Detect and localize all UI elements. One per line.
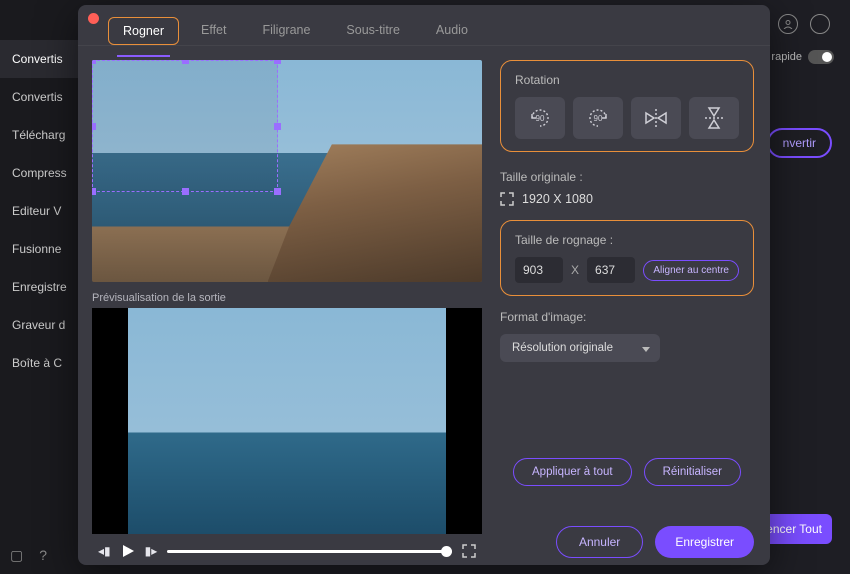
right-column: Rotation 90 90	[500, 60, 754, 558]
crop-handle[interactable]	[92, 188, 96, 195]
modal-body: Prévisualisation de la sortie ◂▮ ▮▸	[78, 46, 770, 572]
crop-width-input[interactable]	[515, 257, 563, 283]
close-icon[interactable]	[88, 13, 99, 24]
crop-handle[interactable]	[182, 188, 189, 195]
crop-handle[interactable]	[92, 123, 96, 130]
tab-audio[interactable]: Audio	[422, 17, 482, 45]
crop-modal: Rogner Effet Filigrane Sous-titre Audio	[78, 5, 770, 565]
tab-effet[interactable]: Effet	[187, 17, 240, 45]
rotation-group: Rotation 90 90	[500, 60, 754, 152]
crop-size-group: Taille de rognage : X Aligner au centre	[500, 220, 754, 296]
crop-selection[interactable]	[92, 60, 278, 192]
rotate-cw-90-button[interactable]: 90	[573, 97, 623, 139]
preview-video	[128, 308, 446, 534]
crop-height-input[interactable]	[587, 257, 635, 283]
crop-handle[interactable]	[182, 60, 189, 64]
flip-horizontal-button[interactable]	[631, 97, 681, 139]
progress-handle[interactable]	[441, 546, 452, 557]
help-icon[interactable]: ?	[39, 547, 47, 564]
crop-size-label: Taille de rognage :	[515, 233, 739, 247]
svg-text:90: 90	[536, 114, 545, 123]
aspect-label: Format d'image:	[500, 310, 754, 324]
original-size-group: Taille originale : 1920 X 1080	[500, 166, 754, 206]
footer-row: Annuler Enregistrer	[500, 500, 754, 558]
convertir-button[interactable]: nvertir	[767, 128, 832, 158]
flip-vertical-button[interactable]	[689, 97, 739, 139]
modal-tabs: Rogner Effet Filigrane Sous-titre Audio	[78, 5, 770, 46]
tab-rogner[interactable]: Rogner	[108, 17, 179, 45]
apply-row: Appliquer à tout Réinitialiser	[500, 428, 754, 486]
video-cliff	[268, 144, 483, 282]
rapid-toggle[interactable]: rapide	[771, 50, 834, 64]
progress-bar[interactable]	[167, 550, 452, 553]
bottom-bar: ▢ ?	[10, 547, 47, 564]
toggle-switch[interactable]	[808, 50, 834, 64]
svg-text:90: 90	[594, 114, 603, 123]
prev-frame-icon[interactable]: ◂▮	[98, 544, 111, 558]
reset-button[interactable]: Réinitialiser	[644, 458, 741, 486]
preview-label: Prévisualisation de la sortie	[92, 292, 482, 304]
preview-canvas	[92, 308, 482, 534]
crop-handle[interactable]	[92, 60, 96, 64]
play-icon[interactable]	[121, 544, 135, 558]
player-controls: ◂▮ ▮▸	[92, 534, 482, 558]
tab-filigrane[interactable]: Filigrane	[248, 17, 324, 45]
original-size-value: 1920 X 1080	[522, 192, 593, 206]
rapid-label: rapide	[771, 51, 802, 63]
rotation-label: Rotation	[515, 73, 739, 87]
apply-all-button[interactable]: Appliquer à tout	[513, 458, 632, 486]
aspect-select[interactable]: Résolution originale	[500, 334, 660, 362]
avatar-icon[interactable]	[778, 14, 798, 34]
cancel-button[interactable]: Annuler	[556, 526, 643, 558]
message-icon[interactable]	[810, 14, 830, 34]
rotate-ccw-90-button[interactable]: 90	[515, 97, 565, 139]
header-right	[778, 14, 830, 34]
save-button[interactable]: Enregistrer	[655, 526, 754, 558]
tab-sous-titre[interactable]: Sous-titre	[332, 17, 414, 45]
book-icon[interactable]: ▢	[10, 547, 23, 564]
aspect-group: Format d'image: Résolution originale	[500, 310, 754, 362]
align-center-button[interactable]: Aligner au centre	[643, 260, 739, 281]
original-size-label: Taille originale :	[500, 170, 754, 184]
expand-icon	[500, 192, 514, 206]
crop-handle[interactable]	[274, 123, 281, 130]
next-frame-icon[interactable]: ▮▸	[145, 544, 158, 558]
crop-canvas[interactable]	[92, 60, 482, 282]
fullscreen-icon[interactable]	[462, 544, 476, 558]
left-column: Prévisualisation de la sortie ◂▮ ▮▸	[92, 60, 482, 558]
crop-handle[interactable]	[274, 188, 281, 195]
crop-handle[interactable]	[274, 60, 281, 64]
x-separator: X	[571, 263, 579, 277]
